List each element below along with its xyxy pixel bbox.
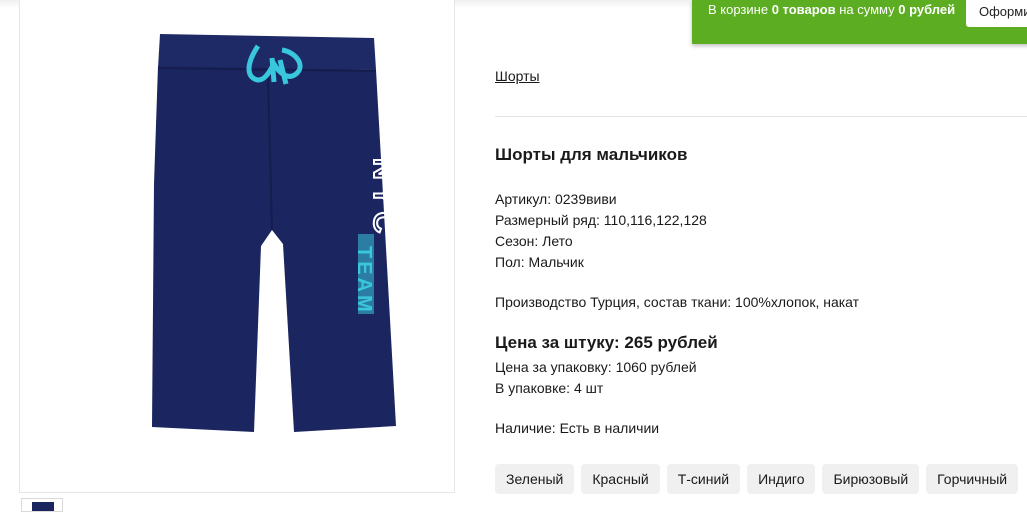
color-option-6[interactable]: Горчичный — [926, 464, 1019, 494]
pack-quantity: В упаковке: 4 шт — [495, 380, 604, 396]
color-option-5[interactable]: Бирюзовый — [822, 464, 920, 494]
cart-count: 0 товаров — [771, 2, 836, 17]
pack-info: Цена за упаковку: 1060 рублей В упаковке… — [495, 357, 697, 399]
cart-summary-bar: В корзине 0 товаров на сумму 0 рублей Оф… — [692, 0, 1027, 44]
main-product-image[interactable]: NYC TEAM — [19, 0, 455, 493]
size-range-text: Размерный ряд: 110,116,122,128 — [495, 212, 707, 228]
cart-summary-text: В корзине 0 товаров на сумму 0 рублей — [708, 2, 956, 17]
product-properties: Артикул: 0239виви Размерный ряд: 110,116… — [495, 189, 707, 273]
product-title: Шорты для мальчиков — [495, 145, 688, 164]
print-text-nyc: NYC — [367, 158, 396, 239]
article-text: Артикул: 0239виви — [495, 191, 617, 207]
color-option-4[interactable]: Индиго — [747, 464, 816, 494]
bottom-thumbnail[interactable] — [21, 498, 63, 512]
breadcrumb-link[interactable]: Шорты — [495, 68, 540, 84]
season-text: Сезон: Лето — [495, 233, 573, 249]
cart-sum: 0 рублей — [898, 2, 956, 17]
color-option-1[interactable]: Зеленый — [495, 464, 575, 494]
color-options: Зеленый Красный Т-синий Индиго Бирюзовый Горч… — [495, 464, 1019, 494]
checkout-button[interactable]: Оформить — [966, 0, 1027, 27]
gender-text: Пол: Мальчик — [495, 254, 584, 270]
color-option-2[interactable]: Красный — [581, 464, 660, 494]
unit-price: Цена за штуку: 265 рублей — [495, 333, 718, 352]
divider — [495, 116, 1027, 117]
shorts-image: NYC TEAM — [152, 34, 396, 432]
product-description: Производство Турция, состав ткани: 100%х… — [495, 294, 860, 310]
color-option-3[interactable]: Т-синий — [666, 464, 741, 494]
pack-price: Цена за упаковку: 1060 рублей — [495, 359, 697, 375]
availability-text: Наличие: Есть в наличии — [495, 420, 660, 436]
